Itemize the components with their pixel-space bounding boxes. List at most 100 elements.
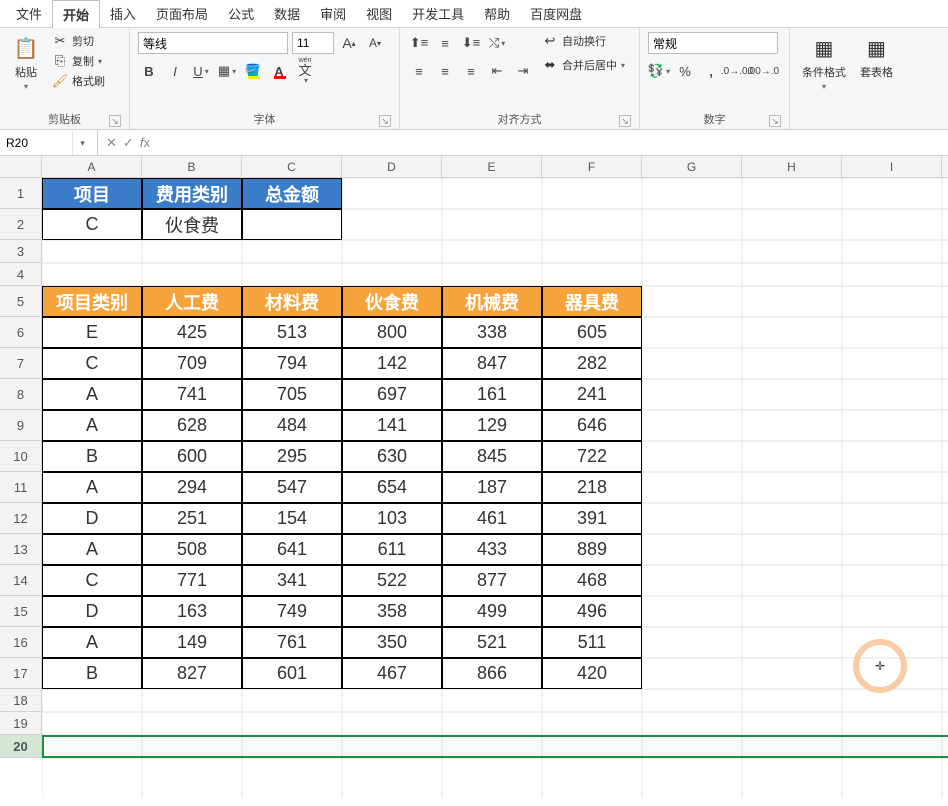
decrease-decimal-icon[interactable]: .00→.0 [752,60,774,82]
cancel-formula-icon[interactable]: ✕ [106,135,117,151]
cell-B11[interactable]: 294 [142,472,242,503]
indent-increase-icon[interactable]: ⇥ [512,60,534,82]
align-bottom-icon[interactable]: ⬇≡ [460,32,482,54]
menu-tab-2[interactable]: 插入 [100,0,146,27]
cell-A6[interactable]: E [42,317,142,348]
col-header-A[interactable]: A [42,156,142,177]
cell-F13[interactable]: 889 [542,534,642,565]
cell-B7[interactable]: 709 [142,348,242,379]
cell-B9[interactable]: 628 [142,410,242,441]
align-middle-icon[interactable]: ≡ [434,32,456,54]
cell-B6[interactable]: 425 [142,317,242,348]
cell-E15[interactable]: 499 [442,596,542,627]
align-left-icon[interactable]: ≡ [408,60,430,82]
menu-tab-1[interactable]: 开始 [52,0,100,28]
row-header-3[interactable]: 3 [0,240,41,263]
cell-D5[interactable]: 伙食费 [342,286,442,317]
wrap-text-button[interactable]: ↩自动换行 [540,32,627,50]
row-header-2[interactable]: 2 [0,209,41,240]
menu-tab-7[interactable]: 视图 [356,0,402,27]
cell-D16[interactable]: 350 [342,627,442,658]
orientation-icon[interactable]: ⤭ [486,32,508,54]
name-box-input[interactable] [0,136,72,150]
cell-B12[interactable]: 251 [142,503,242,534]
phonetic-icon[interactable]: wén文 [294,60,316,82]
cell-F17[interactable]: 420 [542,658,642,689]
font-size-select[interactable] [292,32,334,54]
cell-C13[interactable]: 641 [242,534,342,565]
cell-D7[interactable]: 142 [342,348,442,379]
cell-C8[interactable]: 705 [242,379,342,410]
cell-C9[interactable]: 484 [242,410,342,441]
cell-A15[interactable]: D [42,596,142,627]
cell-D8[interactable]: 697 [342,379,442,410]
decrease-font-icon[interactable]: A▾ [364,32,386,54]
cell-E5[interactable]: 机械费 [442,286,542,317]
col-header-D[interactable]: D [342,156,442,177]
cell-E6[interactable]: 338 [442,317,542,348]
cell-C6[interactable]: 513 [242,317,342,348]
indent-decrease-icon[interactable]: ⇤ [486,60,508,82]
cell-B16[interactable]: 149 [142,627,242,658]
cell-E13[interactable]: 433 [442,534,542,565]
cell-B17[interactable]: 827 [142,658,242,689]
cell-B1[interactable]: 费用类别 [142,178,242,209]
select-all-corner[interactable] [0,156,42,178]
cell-A7[interactable]: C [42,348,142,379]
cell-C15[interactable]: 749 [242,596,342,627]
cell-C16[interactable]: 761 [242,627,342,658]
row-header-9[interactable]: 9 [0,410,41,441]
merge-center-button[interactable]: ⬌合并后居中▾ [540,56,627,74]
name-box-dropdown-icon[interactable]: ▾ [72,131,92,155]
row-header-8[interactable]: 8 [0,379,41,410]
cell-D12[interactable]: 103 [342,503,442,534]
cell-D10[interactable]: 630 [342,441,442,472]
copy-button[interactable]: ⎘复制▾ [50,52,107,70]
cell-F7[interactable]: 282 [542,348,642,379]
cell-B14[interactable]: 771 [142,565,242,596]
cell-F10[interactable]: 722 [542,441,642,472]
row-headers[interactable]: 1234567891011121314151617181920 [0,178,42,758]
cell-B10[interactable]: 600 [142,441,242,472]
percent-icon[interactable]: % [674,60,696,82]
font-name-select[interactable] [138,32,288,54]
accounting-format-icon[interactable]: 💱 [648,60,670,82]
dialog-launcher-icon[interactable]: ↘ [769,115,781,127]
cell-A8[interactable]: A [42,379,142,410]
cell-E7[interactable]: 847 [442,348,542,379]
cell-C11[interactable]: 547 [242,472,342,503]
cell-A9[interactable]: A [42,410,142,441]
row-header-1[interactable]: 1 [0,178,41,209]
italic-icon[interactable]: I [164,60,186,82]
cell-D11[interactable]: 654 [342,472,442,503]
cell-C1[interactable]: 总金额 [242,178,342,209]
cells-area[interactable]: 项目费用类别总金额C伙食费项目类别人工费材料费伙食费机械费器具费E4255138… [42,178,948,806]
row-header-10[interactable]: 10 [0,441,41,472]
row-header-17[interactable]: 17 [0,658,41,689]
col-header-F[interactable]: F [542,156,642,177]
cell-B15[interactable]: 163 [142,596,242,627]
menu-tab-9[interactable]: 帮助 [474,0,520,27]
dialog-launcher-icon[interactable]: ↘ [109,115,121,127]
cell-E17[interactable]: 866 [442,658,542,689]
cell-E14[interactable]: 877 [442,565,542,596]
cell-C17[interactable]: 601 [242,658,342,689]
cell-D14[interactable]: 522 [342,565,442,596]
cell-F5[interactable]: 器具费 [542,286,642,317]
format-painter-button[interactable]: 🖌格式刷 [50,72,107,90]
cut-button[interactable]: ✂剪切 [50,32,107,50]
fx-icon[interactable]: fx [140,135,150,150]
conditional-format-button[interactable]: ▦ 条件格式 ▾ [798,32,850,93]
row-header-11[interactable]: 11 [0,472,41,503]
cell-B5[interactable]: 人工费 [142,286,242,317]
row-header-19[interactable]: 19 [0,712,41,735]
cell-D13[interactable]: 611 [342,534,442,565]
cell-C5[interactable]: 材料费 [242,286,342,317]
cell-F11[interactable]: 218 [542,472,642,503]
font-color-icon[interactable]: A [268,60,290,82]
name-box[interactable]: ▾ [0,130,98,155]
cell-A2[interactable]: C [42,209,142,240]
cell-F9[interactable]: 646 [542,410,642,441]
comma-icon[interactable]: , [700,60,722,82]
row-header-6[interactable]: 6 [0,317,41,348]
